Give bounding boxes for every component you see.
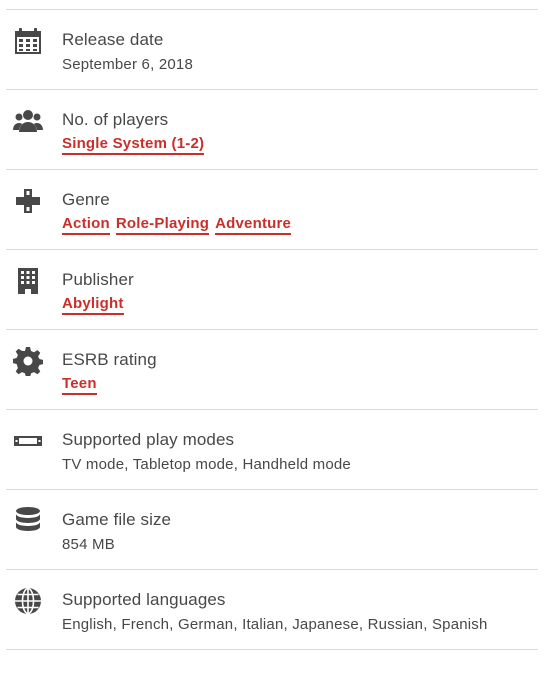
genre-label: Genre <box>62 190 110 209</box>
release-date-value: September 6, 2018 <box>62 56 193 73</box>
file-size-value: 854 MB <box>62 536 115 553</box>
file-size-label: Game file size <box>62 510 172 529</box>
release-date-label: Release date <box>62 30 164 49</box>
languages-value: English, French, German, Italian, Japane… <box>62 616 488 633</box>
genre-links: Action Role-Playing Adventure <box>62 215 297 235</box>
players-link-single-system[interactable]: Single System (1-2) <box>62 135 205 155</box>
genre-link-action[interactable]: Action <box>62 215 110 235</box>
play-modes-label: Supported play modes <box>62 430 235 449</box>
esrb-label: ESRB rating <box>62 350 157 369</box>
esrb-row: ESRB rating Teen <box>6 330 538 410</box>
building-icon <box>13 266 43 296</box>
file-size-row: Game file size 854 MB <box>6 490 538 570</box>
play-modes-row: Supported play modes TV mode, Tabletop m… <box>6 410 538 490</box>
players-icon <box>13 106 43 136</box>
release-date-row: Release date September 6, 2018 <box>6 10 538 90</box>
publisher-label: Publisher <box>62 270 134 289</box>
genre-row: Genre Action Role-Playing Adventure <box>6 170 538 250</box>
calendar-icon <box>13 26 43 56</box>
publisher-row: Publisher Abylight <box>6 250 538 330</box>
console-icon <box>13 426 43 456</box>
dpad-icon <box>13 186 43 216</box>
globe-icon <box>13 586 43 616</box>
database-icon <box>13 506 43 536</box>
esrb-link-teen[interactable]: Teen <box>62 375 97 395</box>
languages-label: Supported languages <box>62 590 226 609</box>
game-info-list: Release date September 6, 2018 No. of pl… <box>6 9 538 650</box>
languages-row: Supported languages English, French, Ger… <box>6 570 538 650</box>
players-row: No. of players Single System (1-2) <box>6 90 538 170</box>
genre-link-adventure[interactable]: Adventure <box>215 215 292 235</box>
publisher-links: Abylight <box>62 295 130 315</box>
play-modes-value: TV mode, Tabletop mode, Handheld mode <box>62 456 351 473</box>
esrb-links: Teen <box>62 375 103 395</box>
genre-link-role-playing[interactable]: Role-Playing <box>115 215 210 235</box>
players-label: No. of players <box>62 110 169 129</box>
publisher-link-abylight[interactable]: Abylight <box>62 295 124 315</box>
gear-icon <box>13 346 43 376</box>
players-links: Single System (1-2) <box>62 135 210 155</box>
